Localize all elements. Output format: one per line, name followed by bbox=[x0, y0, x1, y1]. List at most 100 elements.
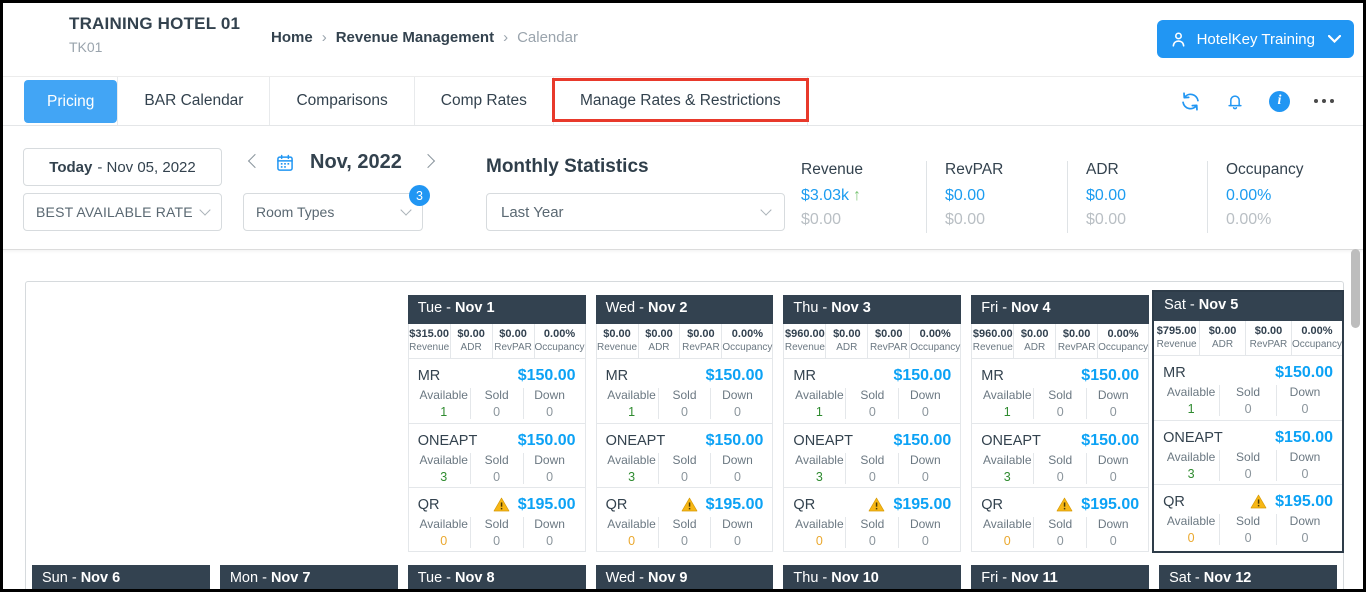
room-row-oneapt[interactable]: ONEAPT$150.00Available3Sold0Down0 bbox=[409, 423, 585, 487]
room-rate[interactable]: $150.00 bbox=[1275, 429, 1333, 447]
monthly-statistics-values: Revenue$3.03k↑$0.00RevPAR$0.00$0.00ADR$0… bbox=[801, 161, 1350, 233]
room-rate[interactable]: $150.00 bbox=[1275, 364, 1333, 382]
room-rate[interactable]: $195.00 bbox=[706, 496, 764, 514]
breadcrumb-home[interactable]: Home bbox=[271, 29, 313, 46]
statistics-period-dropdown[interactable]: Last Year bbox=[486, 193, 785, 231]
room-stat-down: Down0 bbox=[898, 517, 951, 548]
room-stat-value: 0 bbox=[846, 405, 898, 419]
room-stat-down: Down0 bbox=[1086, 388, 1139, 419]
info-icon[interactable]: i bbox=[1269, 91, 1290, 112]
room-row-qr[interactable]: QR$195.00Available0Sold0Down0 bbox=[972, 487, 1148, 551]
room-rate[interactable]: $150.00 bbox=[893, 367, 951, 385]
warning-icon bbox=[681, 497, 698, 512]
room-types-dropdown[interactable]: Room Types 3 bbox=[243, 193, 423, 231]
room-stat-value: 0 bbox=[1220, 402, 1276, 416]
room-stat-value: 0 bbox=[418, 534, 470, 548]
room-rate[interactable]: $195.00 bbox=[518, 496, 576, 514]
room-stat-sold: Sold0 bbox=[1033, 453, 1086, 484]
day-stat-occupancy: 0.00%Occupancy bbox=[721, 324, 772, 358]
room-row-mr[interactable]: MR$150.00Available1Sold0Down0 bbox=[784, 359, 960, 423]
day-stat-adr: $0.00ADR bbox=[1013, 324, 1055, 358]
vertical-scrollbar-thumb[interactable] bbox=[1351, 249, 1360, 328]
room-stat-label: Sold bbox=[1220, 514, 1276, 528]
tab-manage-rates-restrictions[interactable]: Manage Rates & Restrictions bbox=[554, 77, 808, 125]
more-options-icon[interactable] bbox=[1314, 99, 1334, 103]
next-month-icon[interactable] bbox=[421, 153, 435, 167]
warning-icon bbox=[868, 497, 885, 512]
room-row-qr[interactable]: QR$195.00Available0Sold0Down0 bbox=[409, 487, 585, 551]
room-rate[interactable]: $195.00 bbox=[1081, 496, 1139, 514]
room-type-code: MR bbox=[981, 368, 1073, 384]
day-header: Sun - Nov 6 bbox=[32, 565, 210, 592]
day-stat-label: Occupancy bbox=[1292, 339, 1342, 350]
day-stat-label: RevPAR bbox=[680, 342, 721, 353]
day-stat-label: Revenue bbox=[784, 342, 825, 353]
tab-bar-calendar[interactable]: BAR Calendar bbox=[117, 77, 270, 125]
room-row-mr[interactable]: MR$150.00Available1Sold0Down0 bbox=[972, 359, 1148, 423]
stat-current-value: 0.00% bbox=[1226, 187, 1350, 205]
tab-comparisons[interactable]: Comparisons bbox=[270, 77, 414, 125]
day-stat-value: $0.00 bbox=[868, 328, 909, 340]
room-stat-available: Available0 bbox=[418, 517, 470, 548]
room-row-mr[interactable]: MR$150.00Available1Sold0Down0 bbox=[1154, 356, 1342, 420]
day-card-wed-nov-2: Wed - Nov 2$0.00Revenue$0.00ADR$0.00RevP… bbox=[596, 295, 774, 552]
app-header: TRAINING HOTEL 01 TK01 Home › Revenue Ma… bbox=[3, 3, 1363, 77]
room-stat-label: Down bbox=[1087, 453, 1139, 467]
room-rate[interactable]: $150.00 bbox=[518, 367, 576, 385]
room-row-qr[interactable]: QR$195.00Available0Sold0Down0 bbox=[1154, 484, 1342, 548]
room-row-oneapt[interactable]: ONEAPT$150.00Available3Sold0Down0 bbox=[1154, 420, 1342, 484]
room-rate[interactable]: $150.00 bbox=[1081, 367, 1139, 385]
previous-month-icon[interactable] bbox=[248, 153, 262, 167]
room-stat-value: 1 bbox=[606, 405, 658, 419]
room-rate[interactable]: $195.00 bbox=[1275, 493, 1333, 511]
room-rate[interactable]: $150.00 bbox=[1081, 432, 1139, 450]
today-button[interactable]: Today - Nov 05, 2022 bbox=[23, 148, 222, 186]
tab-comp-rates[interactable]: Comp Rates bbox=[415, 77, 554, 125]
room-type-code: MR bbox=[418, 368, 510, 384]
room-stat-down: Down0 bbox=[1276, 450, 1333, 481]
statistics-period-value: Last Year bbox=[501, 204, 564, 221]
room-stat-value: 0 bbox=[1277, 402, 1333, 416]
room-row-mr[interactable]: MR$150.00Available1Sold0Down0 bbox=[597, 359, 773, 423]
room-stat-label: Available bbox=[606, 453, 658, 467]
room-stat-sold: Sold0 bbox=[470, 517, 523, 548]
room-stat-label: Available bbox=[793, 453, 845, 467]
room-row-oneapt[interactable]: ONEAPT$150.00Available3Sold0Down0 bbox=[972, 423, 1148, 487]
room-stat-value: 0 bbox=[1087, 470, 1139, 484]
user-menu-button[interactable]: HotelKey Training bbox=[1157, 20, 1354, 58]
room-row-oneapt[interactable]: ONEAPT$150.00Available3Sold0Down0 bbox=[784, 423, 960, 487]
day-stat-label: Occupancy bbox=[1098, 342, 1148, 353]
room-rate[interactable]: $150.00 bbox=[893, 432, 951, 450]
breadcrumb-revenue-management[interactable]: Revenue Management bbox=[336, 29, 494, 46]
month-navigator: Nov, 2022 bbox=[250, 151, 433, 174]
room-stat-label: Sold bbox=[1220, 385, 1276, 399]
hotel-code: TK01 bbox=[69, 39, 240, 55]
room-rate[interactable]: $195.00 bbox=[893, 496, 951, 514]
room-rate[interactable]: $150.00 bbox=[706, 432, 764, 450]
user-icon bbox=[1169, 30, 1188, 49]
room-rate[interactable]: $150.00 bbox=[518, 432, 576, 450]
rate-plan-dropdown[interactable]: BEST AVAILABLE RATE bbox=[23, 193, 222, 231]
stat-revenue: Revenue$3.03k↑$0.00 bbox=[801, 161, 926, 233]
tab-pricing[interactable]: Pricing bbox=[24, 80, 117, 123]
room-rate[interactable]: $150.00 bbox=[706, 367, 764, 385]
room-row-oneapt[interactable]: ONEAPT$150.00Available3Sold0Down0 bbox=[597, 423, 773, 487]
room-stats-row: Available1Sold0Down0 bbox=[1163, 385, 1333, 416]
day-header: Tue - Nov 1 bbox=[408, 295, 586, 324]
room-row-mr[interactable]: MR$150.00Available1Sold0Down0 bbox=[409, 359, 585, 423]
day-stat-label: Revenue bbox=[1154, 339, 1199, 350]
day-stat-revenue: $960.00Revenue bbox=[784, 324, 825, 358]
bell-icon[interactable] bbox=[1225, 91, 1245, 112]
room-row-qr[interactable]: QR$195.00Available0Sold0Down0 bbox=[597, 487, 773, 551]
room-stat-value: 0 bbox=[846, 470, 898, 484]
room-stat-label: Down bbox=[1277, 385, 1333, 399]
room-stats-row: Available0Sold0Down0 bbox=[418, 517, 576, 548]
refresh-icon[interactable] bbox=[1180, 91, 1201, 112]
calendar-icon[interactable] bbox=[275, 153, 295, 173]
room-stat-label: Available bbox=[418, 388, 470, 402]
room-row-qr[interactable]: QR$195.00Available0Sold0Down0 bbox=[784, 487, 960, 551]
room-stat-value: 1 bbox=[793, 405, 845, 419]
month-label[interactable]: Nov, 2022 bbox=[310, 151, 402, 174]
room-stat-available: Available3 bbox=[793, 453, 845, 484]
day-stat-value: $0.00 bbox=[826, 328, 867, 340]
